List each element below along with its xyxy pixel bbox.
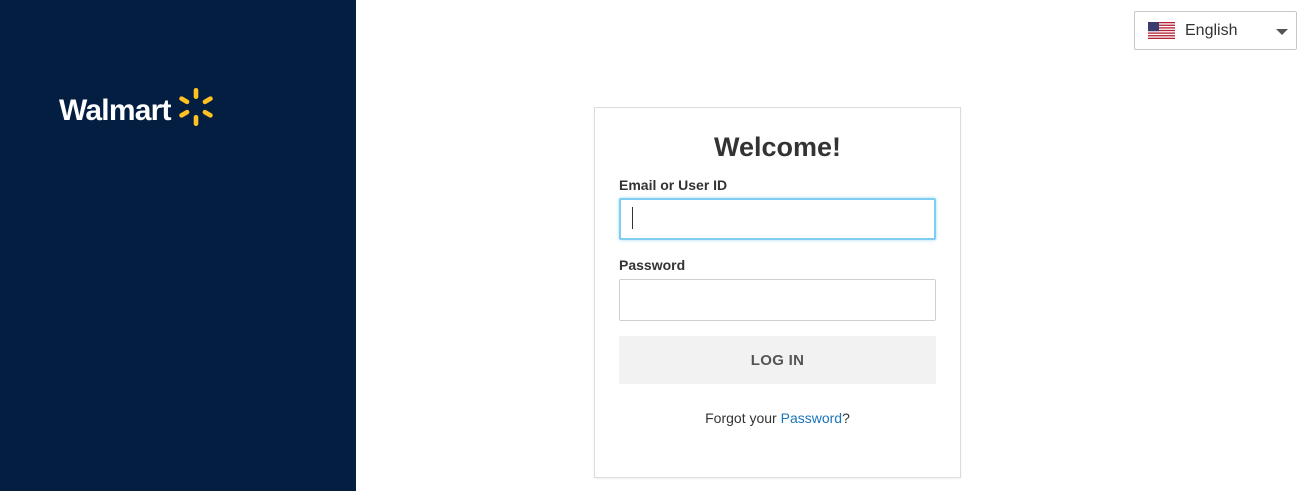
- logo-wordmark: Walmart: [59, 93, 171, 127]
- forgot-password-text: Forgot your Password?: [595, 410, 960, 426]
- forgot-password-link[interactable]: Password: [781, 410, 842, 426]
- walmart-logo[interactable]: Walmart: [59, 88, 217, 133]
- forgot-suffix: ?: [842, 410, 850, 426]
- forgot-prefix: Forgot your: [705, 410, 781, 426]
- password-field[interactable]: [619, 279, 936, 321]
- password-label: Password: [619, 257, 686, 273]
- language-label: English: [1185, 21, 1238, 39]
- email-field[interactable]: [619, 198, 936, 240]
- page-title: Welcome!: [713, 132, 842, 162]
- language-select[interactable]: English: [1134, 11, 1297, 50]
- login-card: Welcome! Email or User ID Password LOG I…: [594, 107, 961, 478]
- email-label: Email or User ID: [619, 177, 728, 193]
- chevron-down-icon: [1276, 29, 1288, 35]
- brand-sidebar: Walmart: [0, 0, 356, 491]
- us-flag-icon: [1148, 22, 1175, 39]
- spark-icon: [175, 86, 217, 133]
- login-button[interactable]: LOG IN: [619, 336, 936, 384]
- text-cursor: [632, 207, 633, 229]
